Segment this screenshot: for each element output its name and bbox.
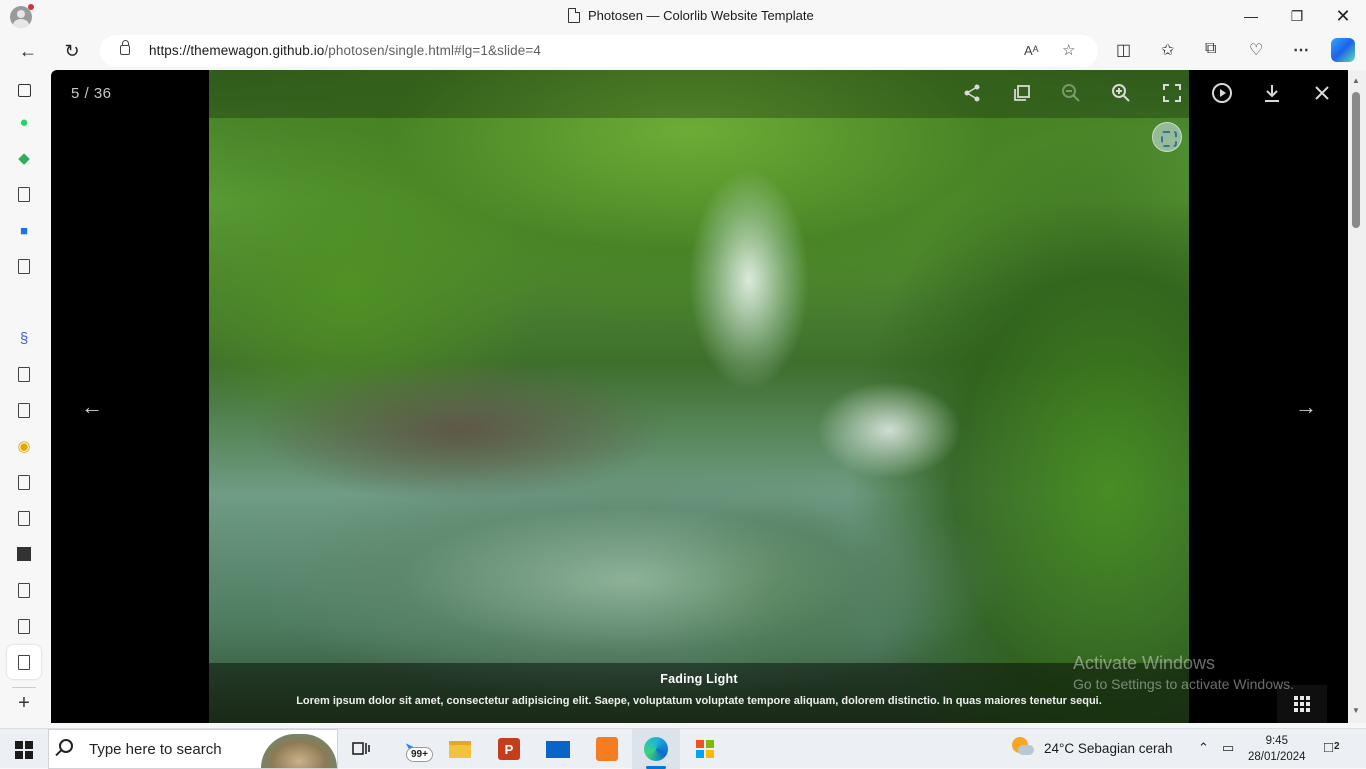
- toolbar: ← ↻ https://themewagon.github.io/photose…: [0, 32, 1366, 70]
- taskbar: Type here to search ➤ 99+ P 24°C Sebagia…: [0, 728, 1366, 769]
- caption-title: Fading Light: [660, 672, 738, 686]
- weather-text[interactable]: 24°C Sebagian cerah: [1044, 741, 1173, 756]
- grid-icon: [1294, 696, 1310, 712]
- document-tab-icon[interactable]: [14, 400, 34, 420]
- document-tab-icon[interactable]: [14, 580, 34, 600]
- evernote-tab-icon[interactable]: ◆: [14, 148, 34, 168]
- split-screen-icon[interactable]: ◫: [1116, 40, 1131, 60]
- document-tab-icon[interactable]: [14, 472, 34, 492]
- share-icon[interactable]: [960, 81, 984, 105]
- copilot-icon[interactable]: [1331, 38, 1355, 62]
- notification-center-count: 2: [1334, 741, 1340, 752]
- windows-start-icon[interactable]: [15, 741, 33, 759]
- tab-icon-copy[interactable]: [14, 184, 34, 204]
- window-title-text: Photosen — Colorlib Website Template: [588, 8, 814, 23]
- visual-search-icon[interactable]: [1152, 122, 1182, 152]
- zoom-in-icon[interactable]: [1109, 81, 1133, 105]
- close-window-button[interactable]: ✕: [1320, 0, 1366, 32]
- task-view-icon[interactable]: [347, 735, 375, 763]
- window-title: Photosen — Colorlib Website Template: [568, 8, 814, 23]
- whatsapp-tab-icon[interactable]: ●: [14, 112, 34, 132]
- minimize-button[interactable]: —: [1228, 0, 1274, 32]
- fullscreen-icon[interactable]: [1160, 81, 1184, 105]
- clock-date: 28/01/2024: [1248, 751, 1306, 763]
- new-tab-plus-icon[interactable]: +: [14, 692, 34, 714]
- photo-caption: Fading Light Lorem ipsum dolor sit amet,…: [209, 663, 1189, 723]
- search-highlight-image[interactable]: [261, 734, 337, 768]
- zoom-out-icon[interactable]: [1059, 81, 1083, 105]
- network-icon[interactable]: ▭: [1222, 740, 1234, 756]
- favorites-icon[interactable]: ✩: [1161, 40, 1174, 60]
- document-tab-icon[interactable]: [14, 508, 34, 528]
- favorite-star-icon[interactable]: ☆: [1062, 41, 1075, 59]
- caption-text: Lorem ipsum dolor sit amet, consectetur …: [296, 695, 1102, 707]
- address-bar[interactable]: https://themewagon.github.io/photosen/si…: [100, 35, 1098, 67]
- microsoft-store-icon[interactable]: [691, 735, 719, 763]
- thumbnail-grid-button[interactable]: [1277, 685, 1327, 723]
- document-tab-icon[interactable]: [14, 364, 34, 384]
- title-bar: Photosen — Colorlib Website Template — ❐…: [0, 0, 1366, 32]
- page-scrollbar[interactable]: ▲ ▼: [1348, 70, 1366, 723]
- copy-icon[interactable]: [1010, 81, 1034, 105]
- previous-arrow-icon[interactable]: ←: [77, 394, 107, 419]
- notification-center-icon[interactable]: □: [1324, 739, 1333, 756]
- weather-icon[interactable]: [1012, 737, 1034, 759]
- next-arrow-icon[interactable]: →: [1291, 394, 1321, 419]
- scrollbar-thumb[interactable]: [1352, 92, 1360, 228]
- lock-icon[interactable]: [120, 40, 130, 55]
- page-icon: [568, 8, 580, 23]
- search-placeholder: Type here to search: [89, 741, 222, 758]
- browser-essentials-icon[interactable]: ♡: [1249, 40, 1263, 60]
- scroll-up-icon[interactable]: ▲: [1352, 76, 1360, 85]
- vertical-tabs-sidebar: ● ◆ ■ § ◉ +: [0, 70, 48, 728]
- lightbox-viewer: 5 / 36 ← → Fading Light Lorem ipsum dolo…: [51, 70, 1348, 723]
- photo-toolbar-overlay: [209, 70, 1189, 118]
- sidebar-divider: [12, 687, 36, 688]
- show-hidden-icons-icon[interactable]: ⌃: [1198, 740, 1209, 756]
- edge-browser-icon[interactable]: [642, 735, 670, 763]
- document-tab-icon[interactable]: [14, 616, 34, 636]
- close-icon[interactable]: [1310, 81, 1334, 105]
- tab-actions-icon[interactable]: [14, 80, 34, 100]
- download-icon[interactable]: [1260, 81, 1284, 105]
- notification-count-badge: 99+: [406, 747, 433, 762]
- clock-time: 9:45: [1265, 735, 1288, 747]
- colored-blocks-tab-icon[interactable]: ■: [14, 220, 34, 240]
- refresh-button[interactable]: ↻: [58, 38, 86, 64]
- play-icon[interactable]: [1210, 81, 1234, 105]
- back-button[interactable]: ←: [14, 38, 42, 64]
- read-aloud-icon[interactable]: Aᴬ: [1024, 43, 1039, 58]
- slide-counter: 5 / 36: [71, 85, 112, 102]
- taskbar-search-box[interactable]: Type here to search: [48, 729, 338, 769]
- profile-notification-dot: [28, 4, 34, 10]
- restore-button[interactable]: ❐: [1274, 0, 1320, 32]
- collections-icon[interactable]: ⧉: [1205, 40, 1216, 58]
- url-text[interactable]: https://themewagon.github.io/photosen/si…: [149, 43, 541, 58]
- scroll-down-icon[interactable]: ▼: [1352, 706, 1360, 715]
- system-clock[interactable]: 9:45 28/01/2024: [1248, 733, 1306, 765]
- more-menu-icon[interactable]: ⋯: [1293, 40, 1309, 60]
- document-tab-icon[interactable]: [14, 256, 34, 276]
- stripe-tab-icon[interactable]: §: [14, 328, 34, 348]
- pdf-app-icon[interactable]: [593, 735, 621, 763]
- s-app-tab-icon[interactable]: [14, 544, 34, 564]
- file-explorer-icon[interactable]: [446, 735, 474, 763]
- search-icon: [59, 739, 73, 753]
- powerpoint-icon[interactable]: P: [495, 735, 523, 763]
- activate-windows-watermark: Activate Windows Go to Settings to activ…: [1073, 653, 1294, 692]
- mail-icon[interactable]: [544, 735, 572, 763]
- active-tab-icon[interactable]: [14, 652, 34, 672]
- coin-tab-icon[interactable]: ◉: [14, 436, 34, 456]
- lightbox-photo[interactable]: [209, 70, 1189, 723]
